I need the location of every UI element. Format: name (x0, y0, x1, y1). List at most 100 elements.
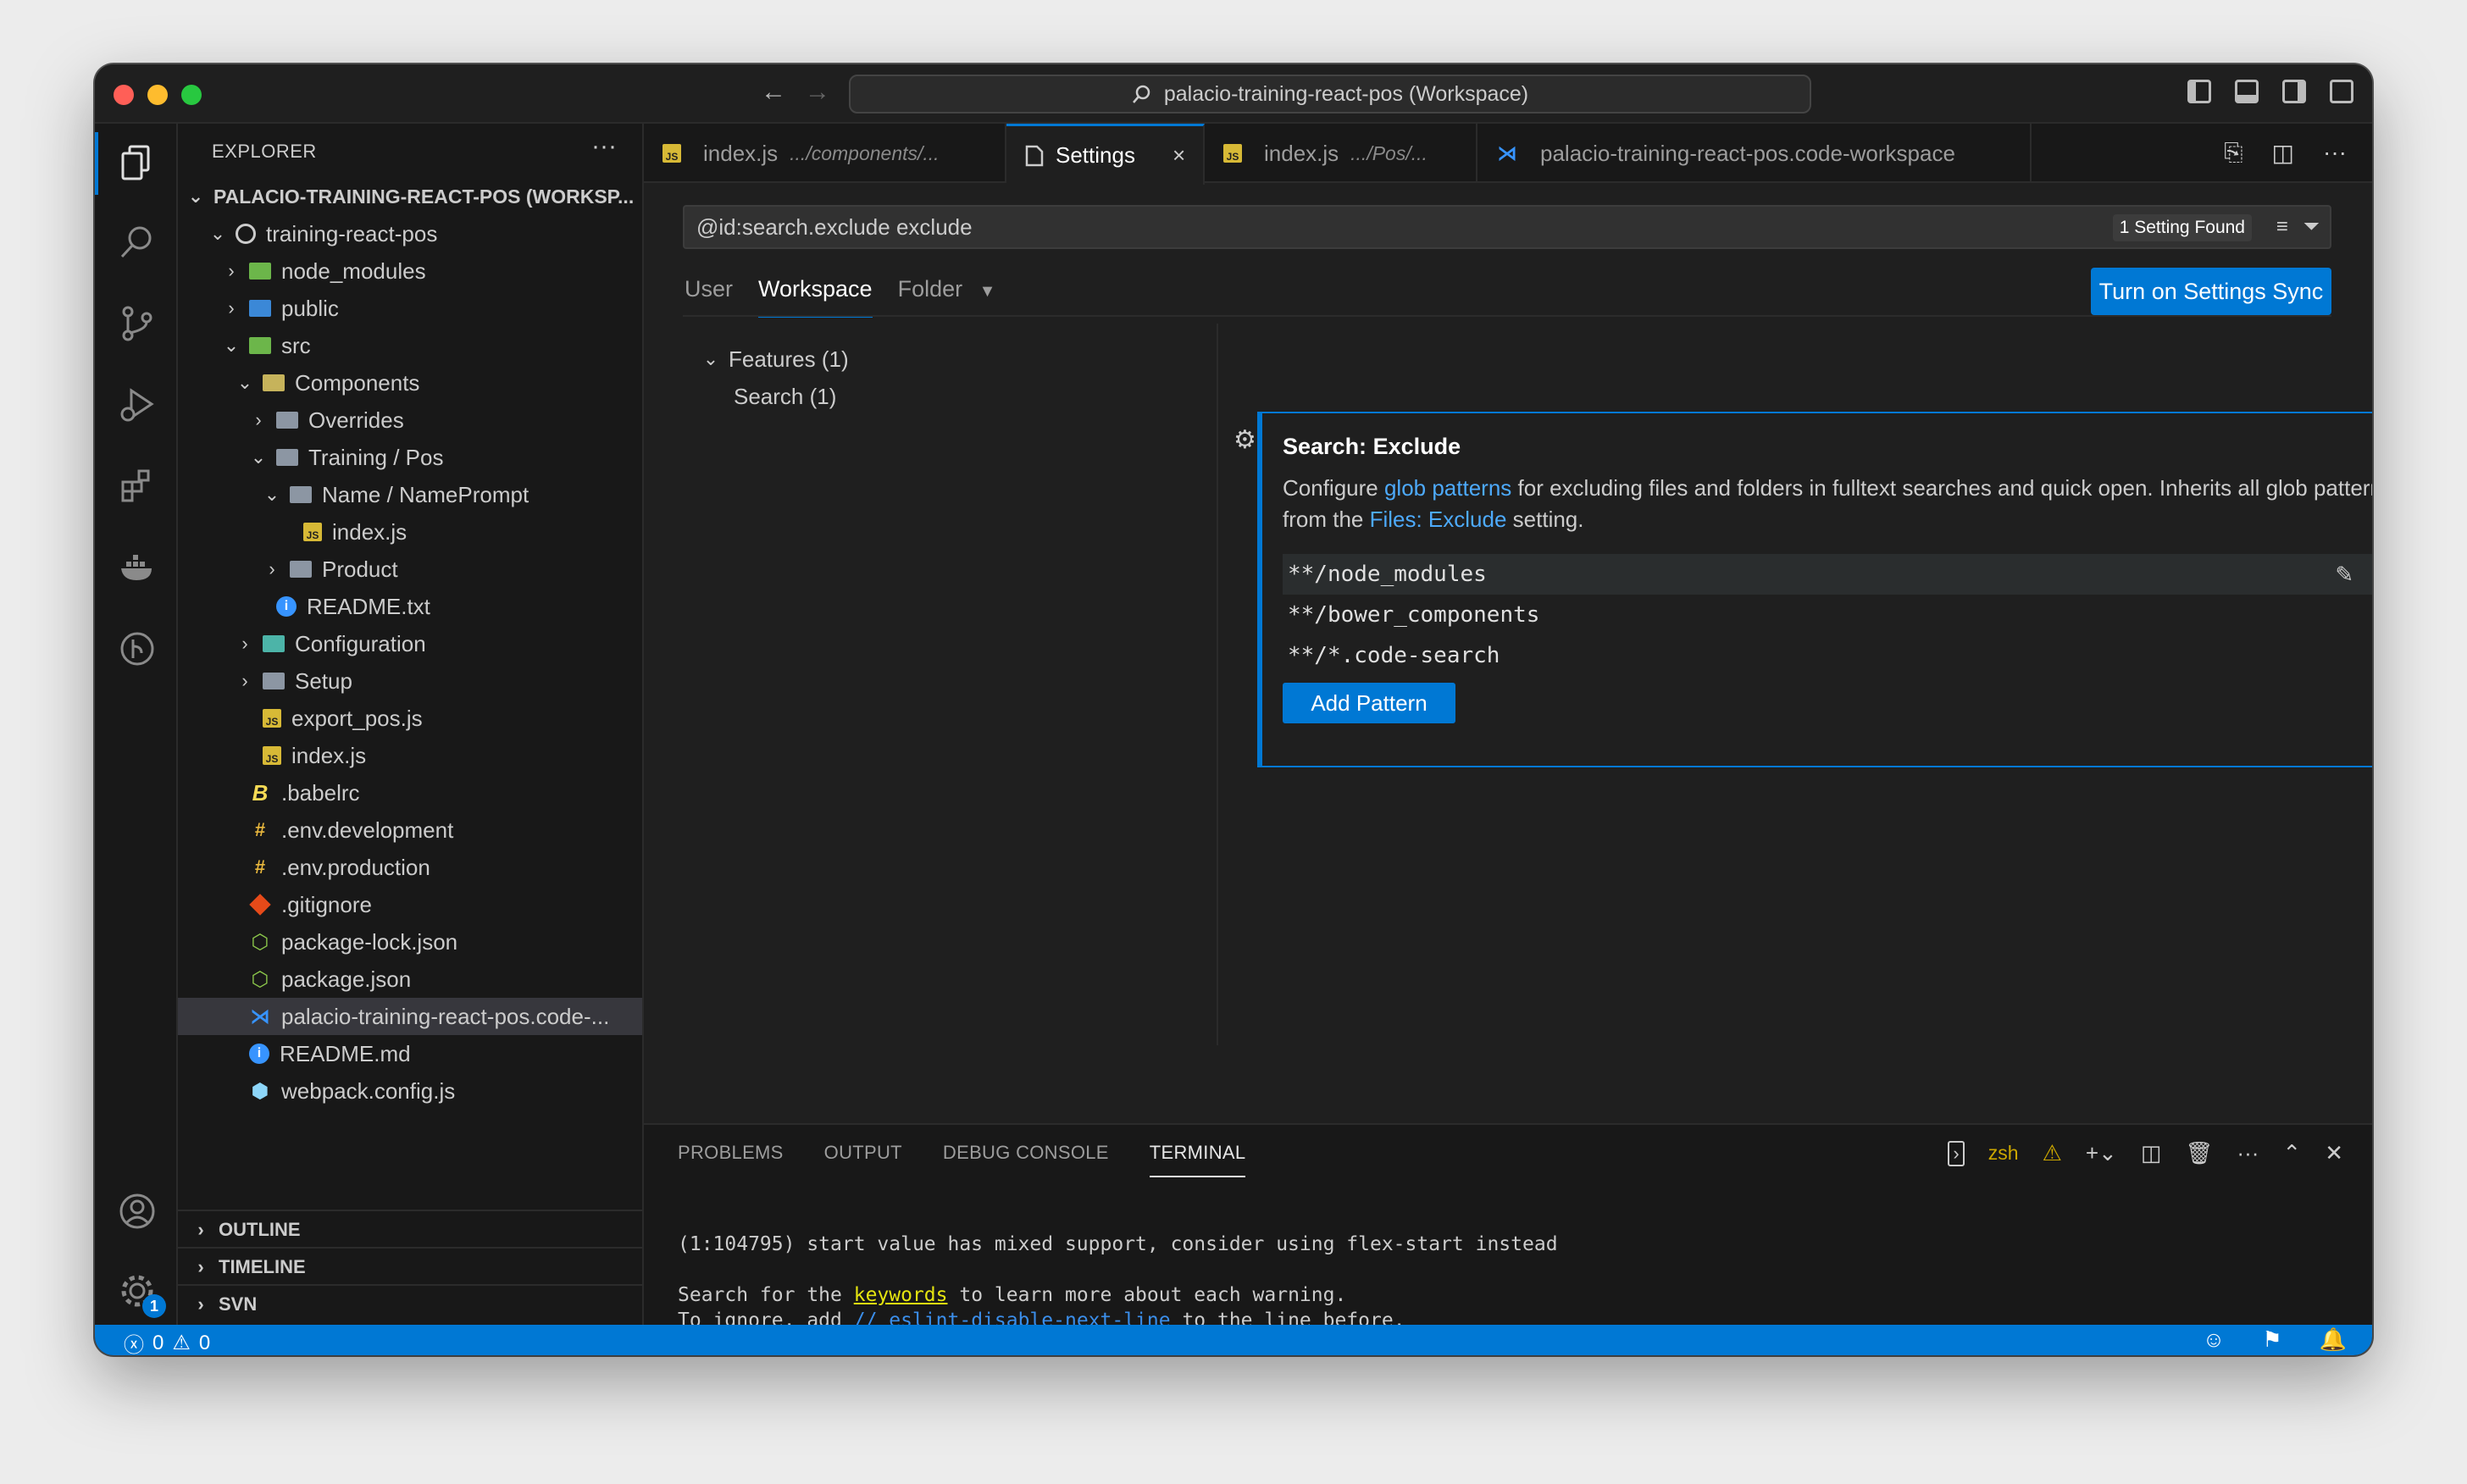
terminal-shell-name[interactable]: zsh (1988, 1142, 2019, 1165)
folder-public-icon (249, 300, 271, 317)
tree-item[interactable]: › Setup (178, 662, 642, 700)
tree-item[interactable]: › .gitignore (178, 886, 642, 923)
tab-index-components[interactable]: JS index.js .../components/... (644, 124, 1006, 183)
tab-folder[interactable]: Folder ▼ (898, 276, 996, 318)
customize-layout-icon[interactable] (2330, 80, 2353, 103)
extensions-icon[interactable] (115, 464, 159, 508)
filter-icon[interactable]: ⏷ (2303, 215, 2320, 239)
svn-section[interactable]: › SVN (178, 1284, 642, 1323)
files-exclude-link[interactable]: Files: Exclude (1370, 507, 1507, 532)
tree-item[interactable]: › ⬢ webpack.config.js (178, 1072, 642, 1110)
tree-item[interactable]: › Configuration (178, 625, 642, 662)
more-actions-icon[interactable]: ··· (2237, 1140, 2259, 1166)
toggle-panel-icon[interactable] (2235, 80, 2259, 103)
tab-index-pos[interactable]: JS index.js .../Pos/... (1205, 124, 1477, 183)
account-icon[interactable] (115, 1189, 159, 1233)
warning-icon: ⚠ (2042, 1140, 2062, 1166)
run-debug-icon[interactable] (115, 383, 159, 427)
folder-config-icon (263, 635, 285, 652)
close-window-button[interactable] (114, 85, 134, 105)
chevron-down-icon: ⌄ (187, 186, 204, 207)
add-pattern-button[interactable]: Add Pattern (1283, 683, 1455, 723)
toggle-primary-sidebar-icon[interactable] (2187, 80, 2211, 103)
toc-search[interactable]: Search (1) (701, 378, 849, 415)
tree-item-selected[interactable]: › ⋊ palacio-training-react-pos.code-... (178, 998, 642, 1035)
copilot-icon[interactable]: ☺ (2203, 1326, 2226, 1353)
terminal-icon[interactable]: › (1948, 1140, 1965, 1166)
split-terminal-icon[interactable]: ◫ (2141, 1140, 2162, 1166)
tree-item[interactable]: ⌄ Name / NamePrompt (178, 476, 642, 513)
clear-filter-icon[interactable]: ≡ (2276, 215, 2288, 239)
manage-gear-icon[interactable]: 1 (115, 1269, 166, 1318)
more-actions-icon[interactable]: ··· (2323, 139, 2347, 167)
split-editor-icon[interactable]: ◫ (2272, 139, 2294, 167)
pattern-item[interactable]: **/bower_components (1283, 595, 2372, 635)
keywords-link[interactable]: keywords (854, 1284, 948, 1306)
forward-arrow-icon[interactable]: → (805, 78, 830, 107)
explorer-icon[interactable] (115, 141, 159, 185)
feedback-icon[interactable]: ⚑ (2262, 1326, 2281, 1353)
settings-search-input[interactable]: @id:search.exclude exclude 1 Setting Fou… (683, 205, 2331, 249)
folder-node-icon (249, 263, 271, 280)
workspace-root[interactable]: ⌄ PALACIO-TRAINING-REACT-POS (WORKSP... (178, 178, 642, 215)
title-bar: ← → palacio-training-react-pos (Workspac… (95, 64, 2372, 124)
tree-item[interactable]: ⌄ Components (178, 364, 642, 401)
tab-user[interactable]: User (685, 276, 733, 318)
pattern-item[interactable]: **/node_modules ✎ ✕ (1283, 554, 2372, 595)
setting-gear-icon[interactable]: ⚙ (1234, 425, 1256, 455)
tab-workspace[interactable]: Workspace (758, 276, 873, 318)
minimize-window-button[interactable] (147, 85, 168, 105)
tab-code-workspace[interactable]: ⋊ palacio-training-react-pos.code-worksp… (1477, 124, 2032, 183)
tree-item[interactable]: › ⬡ package-lock.json (178, 923, 642, 961)
tree-item[interactable]: › node_modules (178, 252, 642, 290)
back-arrow-icon[interactable]: ← (761, 78, 786, 107)
info-file-icon: i (249, 1044, 269, 1064)
tree-item[interactable]: › i README.txt (178, 588, 642, 625)
nodejs-file-icon: ⬡ (251, 930, 269, 954)
search-icon[interactable] (115, 220, 159, 264)
git-graph-icon[interactable] (115, 627, 159, 671)
edit-pencil-icon[interactable]: ✎ (2335, 562, 2353, 588)
docker-icon[interactable] (115, 545, 159, 590)
glob-patterns-link[interactable]: glob patterns (1384, 475, 1511, 501)
tree-item[interactable]: ⌄ src (178, 327, 642, 364)
timeline-section[interactable]: › TIMELINE (178, 1247, 642, 1286)
problems-status[interactable]: ⓧ 0 ⚠ 0 (124, 1328, 210, 1356)
tree-item[interactable]: › Overrides (178, 401, 642, 439)
outline-section[interactable]: › OUTLINE (178, 1210, 642, 1249)
tree-item[interactable]: › ⬡ package.json (178, 961, 642, 998)
tree-item[interactable]: ⌄ training-react-pos (178, 215, 642, 252)
tab-settings[interactable]: Settings × (1006, 124, 1205, 185)
tab-debug-console[interactable]: DEBUG CONSOLE (943, 1142, 1109, 1177)
tab-terminal[interactable]: TERMINAL (1149, 1142, 1246, 1177)
explorer-more-actions[interactable]: ··· (591, 132, 617, 161)
trash-icon[interactable]: 🗑 (2185, 1140, 2213, 1166)
tree-item[interactable]: › JS index.js (178, 737, 642, 774)
tree-item[interactable]: › public (178, 290, 642, 327)
toggle-secondary-sidebar-icon[interactable] (2282, 80, 2306, 103)
tree-item[interactable]: › JS export_pos.js (178, 700, 642, 737)
command-center[interactable]: palacio-training-react-pos (Workspace) (849, 75, 1811, 114)
source-control-icon[interactable] (115, 302, 159, 346)
tab-problems[interactable]: PROBLEMS (678, 1142, 784, 1177)
chevron-down-icon: ⌄ (209, 223, 226, 244)
pattern-item[interactable]: **/*.code-search (1283, 635, 2372, 676)
tree-item[interactable]: ⌄ Training / Pos (178, 439, 642, 476)
divider (1217, 324, 1218, 1045)
tree-item[interactable]: › # .env.production (178, 849, 642, 886)
toc-features[interactable]: ⌄ Features (1) (701, 341, 849, 378)
tree-item[interactable]: › Product (178, 551, 642, 588)
close-panel-icon[interactable]: ✕ (2325, 1140, 2343, 1166)
tree-item[interactable]: › JS index.js (178, 513, 642, 551)
maximize-window-button[interactable] (181, 85, 202, 105)
maximize-panel-icon[interactable]: ⌃ (2282, 1140, 2301, 1166)
tree-item[interactable]: › B .babelrc (178, 774, 642, 811)
close-tab-icon[interactable]: × (1173, 142, 1185, 169)
new-terminal-icon[interactable]: +⌄ (2086, 1140, 2117, 1166)
tree-item[interactable]: › i README.md (178, 1035, 642, 1072)
notifications-bell-icon[interactable]: 🔔 (2320, 1326, 2347, 1353)
open-settings-json-icon[interactable]: ⎘ (2224, 139, 2242, 167)
turn-on-settings-sync-button[interactable]: Turn on Settings Sync (2091, 268, 2331, 315)
tree-item[interactable]: › # .env.development (178, 811, 642, 849)
tab-output[interactable]: OUTPUT (824, 1142, 902, 1177)
